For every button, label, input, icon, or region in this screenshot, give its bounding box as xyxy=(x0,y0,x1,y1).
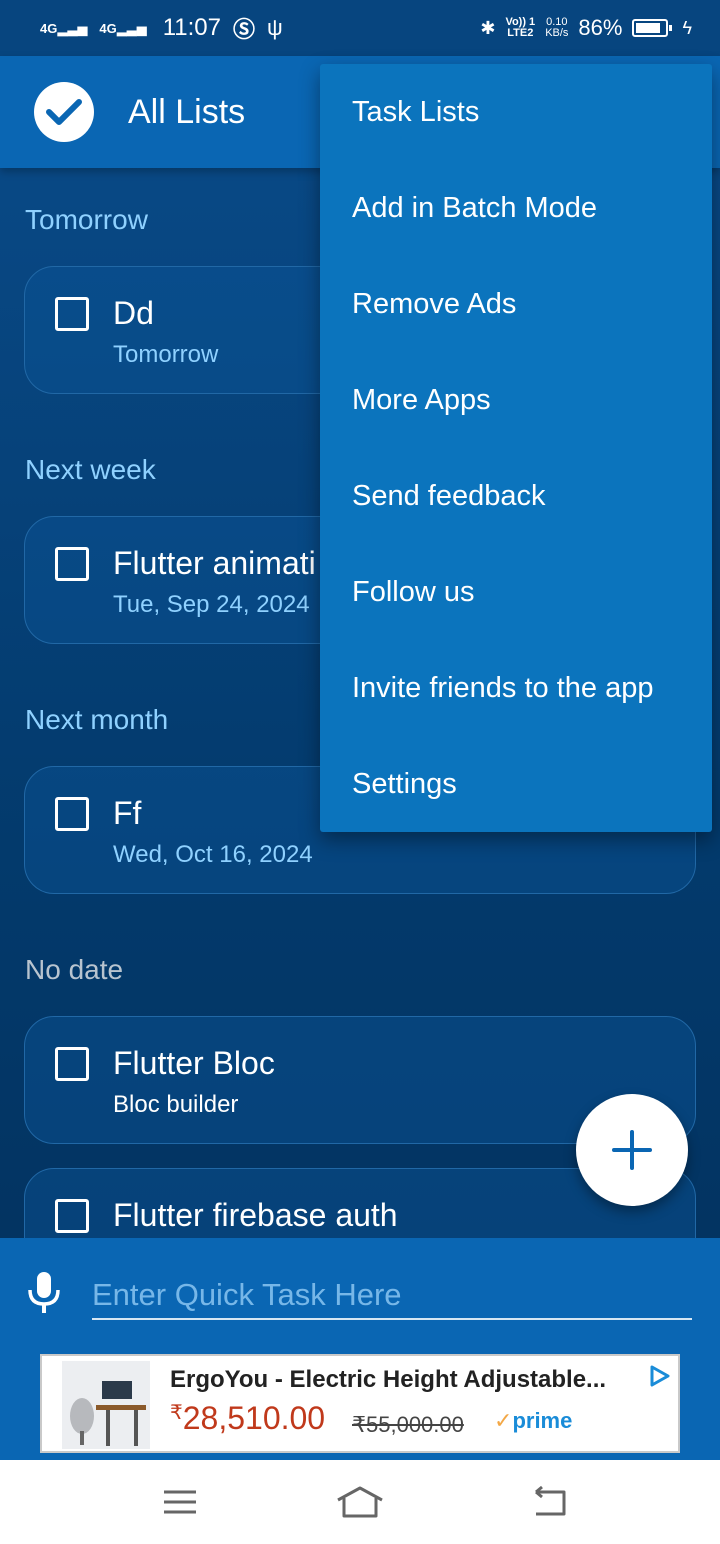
ad-price: ₹28,510.00 xyxy=(170,1400,326,1436)
system-nav-bar xyxy=(0,1460,720,1544)
ad-area: ErgoYou - Electric Height Adjustable... … xyxy=(0,1348,720,1460)
menu-item-remove-ads[interactable]: Remove Ads xyxy=(320,256,712,352)
task-checkbox[interactable] xyxy=(55,297,89,331)
skype-icon: Ⓢ xyxy=(232,17,255,42)
ad-title: ErgoYou - Electric Height Adjustable... xyxy=(170,1366,607,1393)
task-note: Bloc builder xyxy=(113,1091,239,1118)
menu-icon[interactable] xyxy=(162,1484,198,1525)
task-due-date: Tomorrow xyxy=(113,341,219,368)
prime-badge: ✓prime xyxy=(494,1408,573,1433)
ad-banner[interactable]: ErgoYou - Electric Height Adjustable... … xyxy=(40,1354,680,1453)
back-icon[interactable] xyxy=(530,1484,570,1525)
home-icon[interactable] xyxy=(336,1484,384,1525)
task-checkbox[interactable] xyxy=(55,1047,89,1081)
signal-icon-2: 4G▂▃▅ xyxy=(99,20,147,36)
task-checkbox[interactable] xyxy=(55,797,89,831)
task-title: Ff xyxy=(113,795,142,831)
section-header-no-date: No date xyxy=(25,954,124,985)
task-title: Flutter Bloc xyxy=(113,1045,275,1081)
task-due-date: Tue, Sep 24, 2024 xyxy=(113,591,310,618)
battery-percent: 86% xyxy=(578,15,623,40)
network-speed: 0.10 KB/s xyxy=(545,16,569,39)
menu-item-follow-us[interactable]: Follow us xyxy=(320,544,712,640)
plus-icon xyxy=(612,1130,652,1170)
overflow-menu: Task Lists Add in Batch Mode Remove Ads … xyxy=(320,64,712,832)
task-title: Dd xyxy=(113,295,154,331)
task-due-date: Wed, Oct 16, 2024 xyxy=(113,841,313,868)
section-header-next-month: Next month xyxy=(25,704,169,735)
ad-product-image xyxy=(62,1361,150,1449)
menu-item-settings[interactable]: Settings xyxy=(320,736,712,832)
status-bar: 4G▂▃▅ 4G▂▃▅ 11:07 Ⓢ ψ ✱ Vo)) 1 LTE2 0.10 K… xyxy=(0,0,720,56)
volte-indicator: Vo)) 1 LTE2 xyxy=(505,16,536,39)
task-title: Flutter firebase auth xyxy=(113,1197,398,1233)
menu-item-more-apps[interactable]: More Apps xyxy=(320,352,712,448)
task-title: Flutter animati xyxy=(113,545,316,581)
ad-old-price: ₹55,000.00 xyxy=(352,1412,464,1437)
section-header-tomorrow: Tomorrow xyxy=(25,204,148,235)
battery-icon xyxy=(632,19,673,37)
section-header-next-week: Next week xyxy=(25,454,156,485)
charging-icon: ϟ xyxy=(682,17,692,38)
add-task-button[interactable] xyxy=(576,1094,688,1206)
menu-item-task-lists[interactable]: Task Lists xyxy=(320,64,712,160)
microphone-icon[interactable] xyxy=(26,1272,62,1319)
quick-task-input[interactable] xyxy=(92,1272,692,1320)
clock: 11:07 xyxy=(162,14,221,41)
usb-icon: ψ xyxy=(266,15,283,40)
page-title[interactable]: All Lists xyxy=(128,93,245,132)
ad-choices-icon[interactable] xyxy=(648,1364,672,1393)
menu-item-invite-friends[interactable]: Invite friends to the app xyxy=(320,640,712,736)
signal-icon-1: 4G▂▃▅ xyxy=(40,20,88,36)
task-checkbox[interactable] xyxy=(55,1199,89,1233)
menu-item-add-batch-mode[interactable]: Add in Batch Mode xyxy=(320,160,712,256)
quick-task-bar xyxy=(0,1238,720,1348)
menu-item-send-feedback[interactable]: Send feedback xyxy=(320,448,712,544)
bluetooth-icon: ✱ xyxy=(480,17,496,38)
check-logo-icon[interactable] xyxy=(34,82,94,142)
task-checkbox[interactable] xyxy=(55,547,89,581)
